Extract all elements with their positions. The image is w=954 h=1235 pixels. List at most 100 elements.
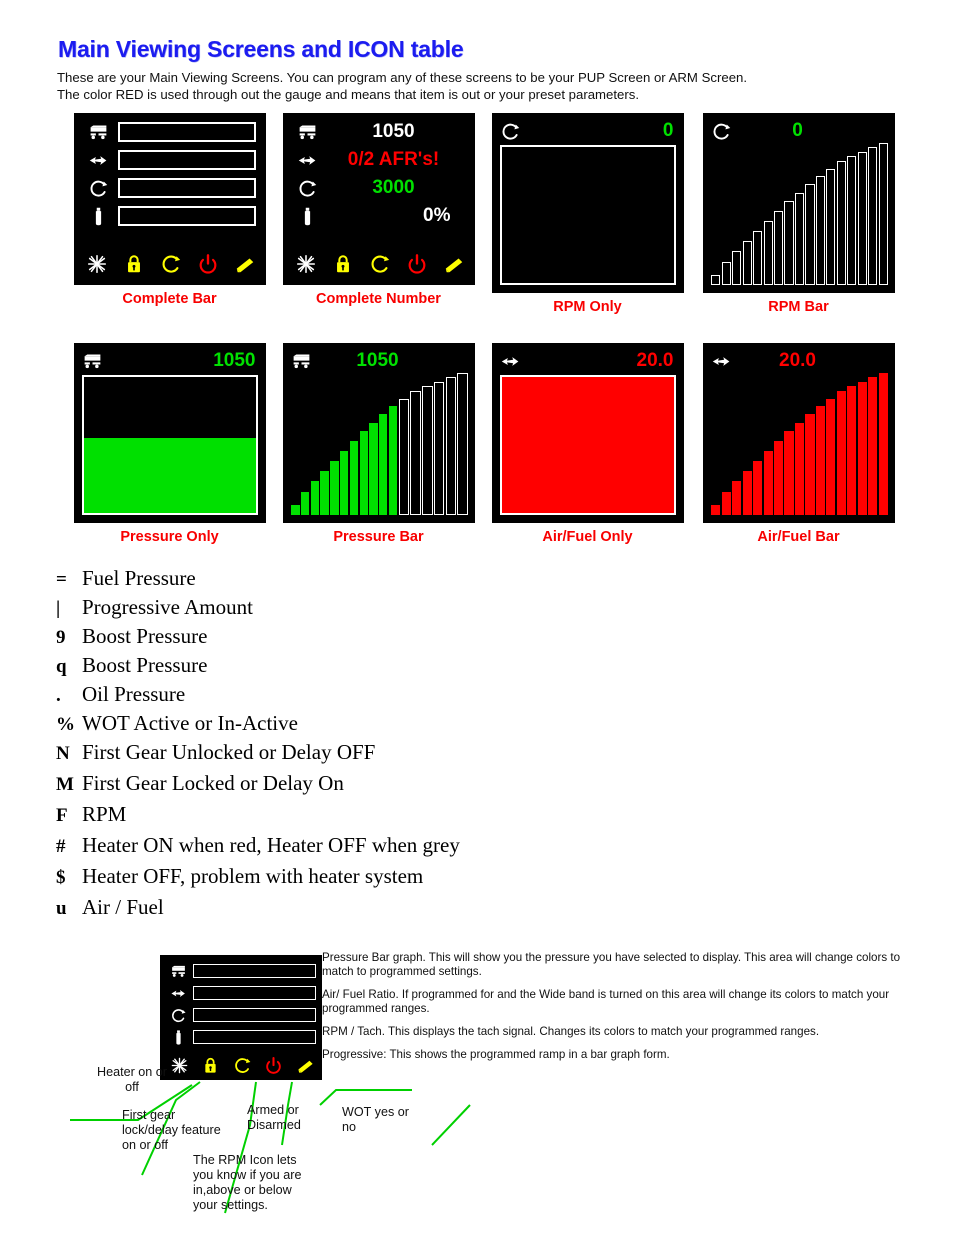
graph-bar — [349, 441, 359, 515]
legend-label: First Gear Unlocked or Delay OFF — [82, 740, 376, 764]
graph-bar — [774, 211, 784, 285]
legend-row: $ Heater OFF, problem with heater system — [56, 864, 696, 889]
power-icon[interactable] — [404, 252, 430, 276]
diagram-note: Pressure Bar graph. This will show you t… — [322, 951, 901, 978]
gauge-row-2: 1050 Pressure Only 1050 Pressure Bar 20.0 Air… — [0, 343, 954, 573]
power-icon[interactable] — [195, 252, 221, 276]
graph-bar — [742, 240, 752, 285]
page-title: Main Viewing Screens and ICON table — [58, 36, 464, 62]
legend-symbol: $ — [56, 867, 66, 888]
rpm-status-icon[interactable] — [158, 252, 184, 276]
value-display-box — [499, 145, 676, 285]
legend-row: M First Gear Locked or Delay On — [56, 771, 696, 796]
graph-bar — [359, 431, 368, 515]
gauge-data-row: 0/2 AFR's! — [293, 147, 465, 173]
graph-bar — [784, 431, 794, 515]
wot-icon[interactable] — [232, 252, 258, 276]
graph-bar — [826, 168, 836, 285]
screen-caption-pressure-bar: Pressure Bar — [333, 529, 424, 545]
graph-bar — [410, 391, 421, 515]
legend-row: F RPM — [56, 802, 696, 827]
graph-bar — [310, 480, 320, 515]
heater-icon[interactable] — [84, 252, 110, 276]
diagram-note: Air/ Fuel Ratio. If programmed for and t… — [322, 988, 890, 1015]
callout-heater: Heater on or off — [96, 1065, 167, 1094]
gauge-cell-rpm-only: 0 RPM Only — [480, 113, 695, 315]
graph-bar — [433, 381, 445, 515]
gauge-screen-complete-bar[interactable] — [73, 113, 266, 285]
callout-rpm: The RPM Icon lets you know if you are in… — [193, 1153, 302, 1212]
annotated-diagram: Pressure Bar graph. This will show you t… — [0, 945, 954, 1235]
fuel-pressure-icon — [166, 963, 190, 980]
diagram-data-row — [166, 1027, 316, 1047]
graph-bar — [794, 192, 805, 285]
legend-symbol: 9 — [56, 627, 66, 648]
lock-icon[interactable] — [121, 252, 147, 276]
power-icon[interactable] — [263, 1055, 285, 1075]
graph-bar — [320, 470, 329, 515]
header-value: 1050 — [356, 350, 399, 371]
gauge-screen-air-fuel-bar[interactable]: 20.0 — [702, 343, 895, 523]
status-icon-row — [293, 251, 467, 277]
legend-row: N First Gear Unlocked or Delay OFF — [56, 740, 696, 765]
screen-header: 0 — [500, 119, 674, 143]
diagram-data-row — [166, 983, 316, 1003]
header-value: 0 — [792, 120, 803, 141]
gauge-cell-pressure-bar: 1050 Pressure Bar — [271, 343, 486, 545]
legend-label: Heater ON when red, Heater OFF when grey — [82, 833, 460, 857]
legend-label: RPM — [82, 802, 127, 826]
legend-label: Air / Fuel — [82, 895, 164, 919]
lock-icon[interactable] — [200, 1055, 222, 1075]
diagram-gauge-screen — [160, 955, 322, 1080]
graph-bar — [763, 221, 773, 285]
rpm-icon — [166, 1007, 190, 1024]
intro-paragraph: These are your Main Viewing Screens. You… — [57, 70, 917, 103]
value-bar-slot — [117, 178, 256, 198]
graph-bar — [836, 391, 846, 515]
legend-row: q Boost Pressure — [56, 653, 696, 678]
diagram-status-row — [168, 1054, 316, 1076]
legend-label: First Gear Locked or Delay On — [82, 771, 344, 795]
rpm-icon — [293, 176, 323, 200]
gauge-screen-air-fuel-only[interactable]: 20.0 — [491, 343, 684, 523]
graph-bar — [857, 151, 867, 285]
gauge-screen-rpm-bar[interactable]: 0 — [702, 113, 895, 293]
wot-icon[interactable] — [294, 1055, 316, 1075]
gauge-screen-pressure-bar[interactable]: 1050 — [282, 343, 475, 523]
bottle-icon — [84, 204, 114, 228]
screen-header: 1050 — [291, 349, 465, 373]
graph-bar — [330, 461, 339, 515]
gauge-screen-complete-number[interactable]: 1050 0/2 AFR's! 3000 0% — [282, 113, 475, 285]
diagram-data-row — [166, 961, 316, 981]
gauge-screen-rpm-only[interactable]: 0 — [491, 113, 684, 293]
lock-icon[interactable] — [330, 252, 356, 276]
graph-bar — [763, 451, 773, 515]
legend-label: Oil Pressure — [82, 682, 186, 706]
legend-label: WOT Active or In-Active — [82, 711, 298, 735]
air-fuel-icon — [84, 148, 114, 172]
graph-bar — [369, 422, 378, 515]
rpm-status-icon[interactable] — [231, 1055, 253, 1075]
heater-icon[interactable] — [293, 252, 319, 276]
value-text: 0/2 AFR's! — [347, 149, 440, 170]
header-value: 20.0 — [779, 350, 816, 371]
graph-bar — [422, 385, 433, 515]
diagram-note: Progressive: This shows the programmed r… — [322, 1048, 670, 1061]
screen-caption-rpm-bar: RPM Bar — [768, 299, 829, 315]
graph-bar — [836, 161, 846, 285]
graph-bar — [753, 461, 763, 515]
graph-bar — [721, 492, 731, 515]
graph-bar — [815, 175, 825, 285]
rpm-status-icon[interactable] — [367, 252, 393, 276]
header-value: 1050 — [213, 350, 256, 371]
graph-bar — [398, 398, 409, 515]
wot-icon[interactable] — [441, 252, 467, 276]
value-bar-slot — [193, 986, 316, 1000]
gauge-data-row — [84, 175, 256, 201]
gauge-screen-pressure-only[interactable]: 1050 — [73, 343, 266, 523]
air-fuel-icon — [166, 985, 190, 1002]
legend-label: Boost Pressure — [82, 653, 208, 677]
value-bar-slot — [117, 150, 256, 170]
graph-bar — [847, 385, 857, 515]
legend-symbol: # — [56, 836, 66, 857]
